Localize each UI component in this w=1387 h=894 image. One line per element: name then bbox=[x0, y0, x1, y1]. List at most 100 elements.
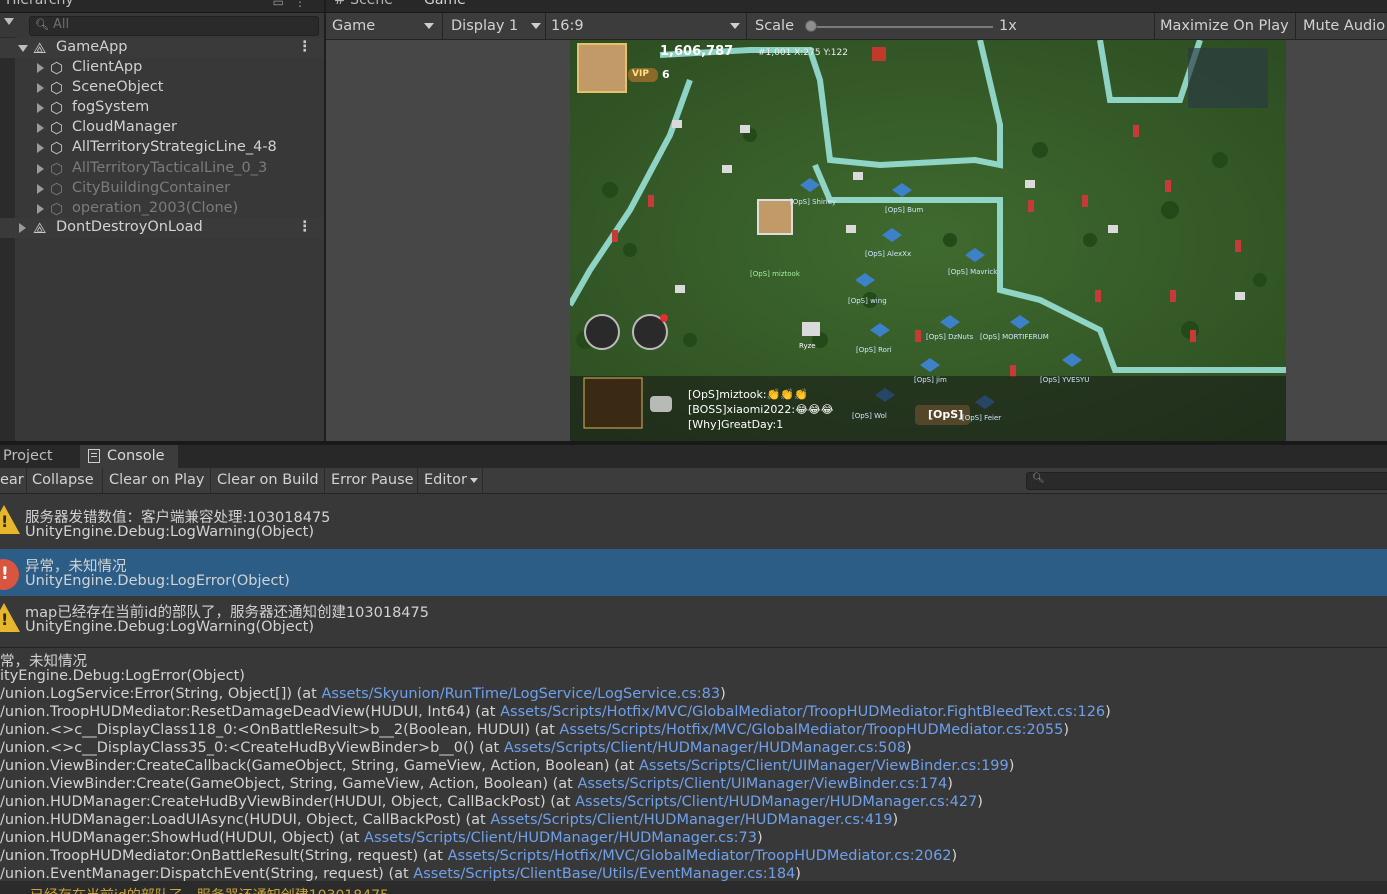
divider bbox=[210, 468, 211, 493]
tab-project[interactable]: Project bbox=[3, 448, 53, 464]
game-render-viewport[interactable]: 1,606,787 #1,001 X:275 Y:122 VIP 6 [OpS]… bbox=[570, 40, 1286, 441]
search-icon: 🔍︎ bbox=[35, 18, 49, 31]
player-map-avatar[interactable] bbox=[757, 199, 793, 235]
frame-tail: ) bbox=[795, 866, 801, 882]
hierarchy-item[interactable]: ⬡ CloudManager bbox=[0, 118, 324, 138]
frame-text: /union.<>c__DisplayClass118_0:<OnBattleR… bbox=[0, 722, 560, 738]
divider bbox=[1154, 13, 1155, 39]
hierarchy-scene-gameapp[interactable]: ⟁ GameApp ⋮ bbox=[0, 38, 324, 58]
console-search-input[interactable]: 🔍︎ bbox=[1026, 472, 1387, 490]
collapse-toggle[interactable]: Collapse bbox=[32, 468, 94, 493]
status-bar[interactable]: 已经存在当前id的部队了，服务器还通知创建103018475 bbox=[0, 881, 1387, 894]
hierarchy-search-input[interactable]: 🔍︎ All bbox=[29, 16, 319, 36]
notification-dot bbox=[660, 314, 668, 322]
tab-scene[interactable]: # Scene bbox=[334, 0, 393, 8]
scale-label: Scale bbox=[755, 18, 795, 34]
gameobject-cube-icon: ⬡ bbox=[50, 79, 64, 97]
hierarchy-tab[interactable]: Hierarchy bbox=[0, 0, 80, 12]
source-link[interactable]: Assets/Scripts/Client/HUDManager/HUDMana… bbox=[364, 830, 757, 846]
expand-arrow-icon[interactable] bbox=[37, 103, 44, 113]
source-link[interactable]: Assets/Scripts/Hotfix/MVC/GlobalMediator… bbox=[559, 722, 1063, 738]
gameobject-cube-icon: ⬡ bbox=[50, 160, 64, 178]
source-link[interactable]: Assets/Scripts/Client/UIManager/ViewBind… bbox=[639, 758, 1009, 774]
create-dropdown-icon[interactable] bbox=[4, 18, 14, 25]
expand-arrow-icon[interactable] bbox=[37, 123, 44, 133]
map-label: [OpS] wing bbox=[848, 297, 887, 305]
frame-text: /union.LogService:Error(String, Object[]… bbox=[0, 686, 322, 702]
hierarchy-scene-ddol[interactable]: ⟁ DontDestroyOnLoad ⋮ bbox=[0, 218, 324, 238]
expand-arrow-icon[interactable] bbox=[19, 223, 26, 233]
stack-frame: /union.HUDManager:ShowHud(HUDUI, Object)… bbox=[0, 830, 763, 846]
game-mode-dropdown[interactable]: Game bbox=[332, 13, 434, 39]
tab-console[interactable]: Console bbox=[80, 445, 178, 469]
hierarchy-item[interactable]: ⬡ fogSystem bbox=[0, 98, 324, 118]
scale-slider-track[interactable] bbox=[813, 26, 993, 28]
chat-icon[interactable] bbox=[650, 396, 672, 412]
hierarchy-toolbar: 🔍︎ All bbox=[0, 13, 324, 37]
chat-line: [BOSS]xiaomi2022:😂😂😂 bbox=[688, 403, 834, 416]
chat-line: [Why]GreatDay:1 bbox=[688, 418, 784, 431]
panel-menu-icon[interactable]: ▭⋮ bbox=[273, 0, 316, 9]
log-source: UnityEngine.Debug:LogWarning(Object) bbox=[25, 619, 315, 635]
stack-trace-panel[interactable]: 常，未知情况 ityEngine.Debug:LogError(Object) … bbox=[0, 648, 1387, 894]
chevron-down-icon bbox=[424, 23, 434, 29]
display-dropdown[interactable]: Display 1 bbox=[451, 13, 541, 39]
hierarchy-item[interactable]: ⬡ AllTerritoryStrategicLine_4-8 bbox=[0, 138, 324, 158]
favorite-star-icon[interactable] bbox=[872, 47, 886, 61]
divider bbox=[482, 468, 483, 493]
unity-scene-icon: ⟁ bbox=[33, 39, 47, 57]
hierarchy-item[interactable]: ⬡ SceneObject bbox=[0, 78, 324, 98]
warning-icon: ! bbox=[0, 505, 20, 534]
source-link[interactable]: Assets/Scripts/ClientBase/Utils/EventMan… bbox=[413, 866, 795, 882]
hierarchy-item-inactive[interactable]: ⬡ operation_2003(Clone) bbox=[0, 199, 324, 219]
zoom-search-button[interactable] bbox=[584, 314, 620, 350]
mute-audio-toggle[interactable]: Mute Audio bbox=[1303, 13, 1385, 39]
expand-arrow-icon[interactable] bbox=[37, 184, 44, 194]
source-link[interactable]: Assets/Scripts/Hotfix/MVC/GlobalMediator… bbox=[448, 848, 952, 864]
frame-tail: ) bbox=[1105, 704, 1111, 720]
aspect-dropdown[interactable]: 16:9 bbox=[551, 13, 740, 39]
hierarchy-item[interactable]: ⬡ ClientApp bbox=[0, 58, 324, 78]
player-avatar[interactable] bbox=[577, 43, 627, 93]
log-entry-error-selected[interactable]: ! 异常，未知情况 UnityEngine.Debug:LogError(Obj… bbox=[0, 549, 1387, 596]
source-link[interactable]: Assets/Scripts/Client/HUDManager/HUDMana… bbox=[504, 740, 906, 756]
clear-on-play-toggle[interactable]: Clear on Play bbox=[109, 468, 204, 493]
scene-menu-icon[interactable]: ⋮ bbox=[298, 39, 313, 55]
maximize-on-play-toggle[interactable]: Maximize On Play bbox=[1160, 13, 1289, 39]
map-label: [OpS] Shirley bbox=[790, 198, 837, 206]
scale-slider-handle[interactable] bbox=[805, 20, 817, 32]
hierarchy-item-label: CityBuildingContainer bbox=[72, 180, 231, 196]
scene-label: DontDestroyOnLoad bbox=[56, 219, 203, 235]
scene-menu-icon[interactable]: ⋮ bbox=[298, 219, 313, 235]
frame-text: /union.EventManager:DispatchEvent(String… bbox=[0, 866, 414, 882]
tab-game[interactable]: Game bbox=[424, 0, 466, 8]
source-link[interactable]: Assets/Skyunion/RunTime/LogService/LogSe… bbox=[321, 686, 720, 702]
chat-lines[interactable]: [OpS]miztook:👏👏👏 [BOSS]xiaomi2022:😂😂😂 [W… bbox=[688, 387, 834, 432]
frame-tail: ) bbox=[892, 812, 899, 828]
hierarchy-item-label: fogSystem bbox=[72, 99, 150, 115]
clear-on-build-toggle[interactable]: Clear on Build bbox=[217, 468, 319, 493]
hierarchy-item-inactive[interactable]: ⬡ AllTerritoryTacticalLine_0_3 bbox=[0, 159, 324, 179]
source-link[interactable]: Assets/Scripts/Hotfix/MVC/GlobalMediator… bbox=[500, 704, 1105, 720]
stack-frame: /union.<>c__DisplayClass118_0:<OnBattleR… bbox=[0, 722, 1069, 738]
console-icon bbox=[88, 449, 100, 463]
editor-dropdown[interactable]: Editor bbox=[424, 468, 467, 493]
expand-arrow-icon[interactable] bbox=[37, 83, 44, 93]
hierarchy-item-inactive[interactable]: ⬡ CityBuildingContainer bbox=[0, 179, 324, 199]
divider bbox=[442, 13, 443, 39]
log-entry-warning[interactable]: ! map已经存在当前id的部队了，服务器还通知创建103018475 Unit… bbox=[0, 596, 1387, 643]
expand-arrow-icon[interactable] bbox=[37, 204, 44, 214]
log-entry-warning[interactable]: ! 服务器发错数值：客户端兼容处理:103018475 UnityEngine.… bbox=[0, 494, 1387, 541]
expand-arrow-icon[interactable] bbox=[37, 164, 44, 174]
error-pause-toggle[interactable]: Error Pause bbox=[331, 468, 414, 493]
expand-arrow-icon[interactable] bbox=[18, 45, 28, 52]
minimap[interactable] bbox=[1188, 48, 1268, 108]
source-link[interactable]: Assets/Scripts/Client/HUDManager/HUDMana… bbox=[490, 812, 892, 828]
expand-arrow-icon[interactable] bbox=[37, 143, 44, 153]
clear-button[interactable]: ear bbox=[0, 468, 24, 493]
frame-text: /union.ViewBinder:CreateCallback(GameObj… bbox=[0, 758, 639, 774]
expand-arrow-icon[interactable] bbox=[37, 63, 44, 73]
city-button[interactable] bbox=[583, 377, 643, 429]
source-link[interactable]: Assets/Scripts/Client/HUDManager/HUDMana… bbox=[575, 794, 977, 810]
source-link[interactable]: Assets/Scripts/Client/UIManager/ViewBind… bbox=[577, 776, 947, 792]
